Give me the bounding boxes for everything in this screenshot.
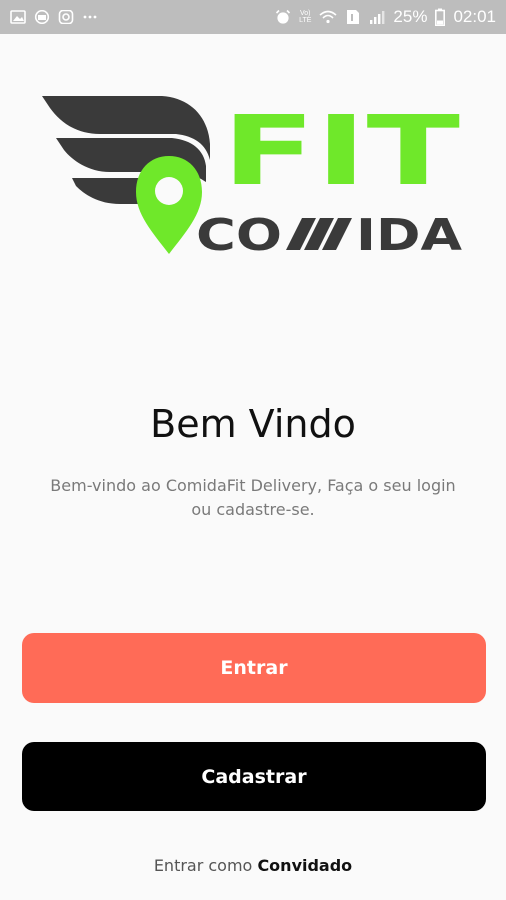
location-pin-icon [136,156,202,254]
more-icon [83,15,97,19]
wifi-icon [319,10,337,24]
battery-percent: 25% [393,7,428,26]
welcome-title: Bem Vindo [150,402,356,446]
sim-icon [347,10,360,24]
mail-icon [34,10,50,24]
status-time: 02:01 [453,7,496,26]
logo-text-fit: FIT [222,95,460,207]
battery-icon [435,8,446,26]
guest-prefix: Entrar como [153,856,258,875]
volte-label-top: Vo) [300,10,311,17]
login-button[interactable]: Entrar [22,633,486,703]
welcome-subtitle: Bem-vindo ao ComidaFit Delivery, Faça o … [50,476,456,519]
status-bar-system: Vo) LTE 25% 02:01 [275,7,496,27]
signal-icon [370,11,385,24]
logo-stylized-m [286,218,352,250]
volte-icon: Vo) LTE [299,10,311,24]
image-icon [10,10,26,24]
status-bar-notifications [10,10,98,24]
register-button[interactable]: Cadastrar [22,742,486,811]
volte-label-bottom: LTE [299,17,312,24]
alarm-icon [276,9,291,24]
logo-text-ida: IDA [356,210,462,257]
guest-link[interactable]: Convidado [257,856,352,875]
status-bar: Vo) LTE 25% 02:01 [0,0,506,34]
fit-comida-logo: FIT CO IDA [42,95,462,257]
guest-login: Entrar como Convidado [0,856,506,875]
instagram-icon [58,10,74,24]
logo-text-co: CO [196,210,282,257]
